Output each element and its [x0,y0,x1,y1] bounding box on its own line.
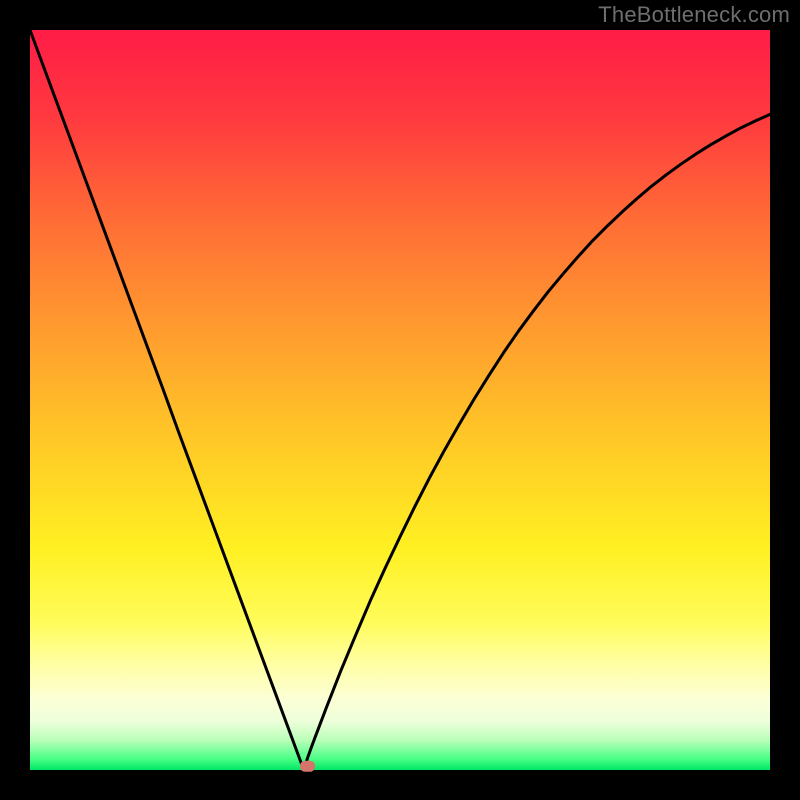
plot-background [30,30,770,770]
watermark-text: TheBottleneck.com [598,2,790,28]
bottleneck-chart [0,0,800,800]
minimum-marker [300,761,315,772]
